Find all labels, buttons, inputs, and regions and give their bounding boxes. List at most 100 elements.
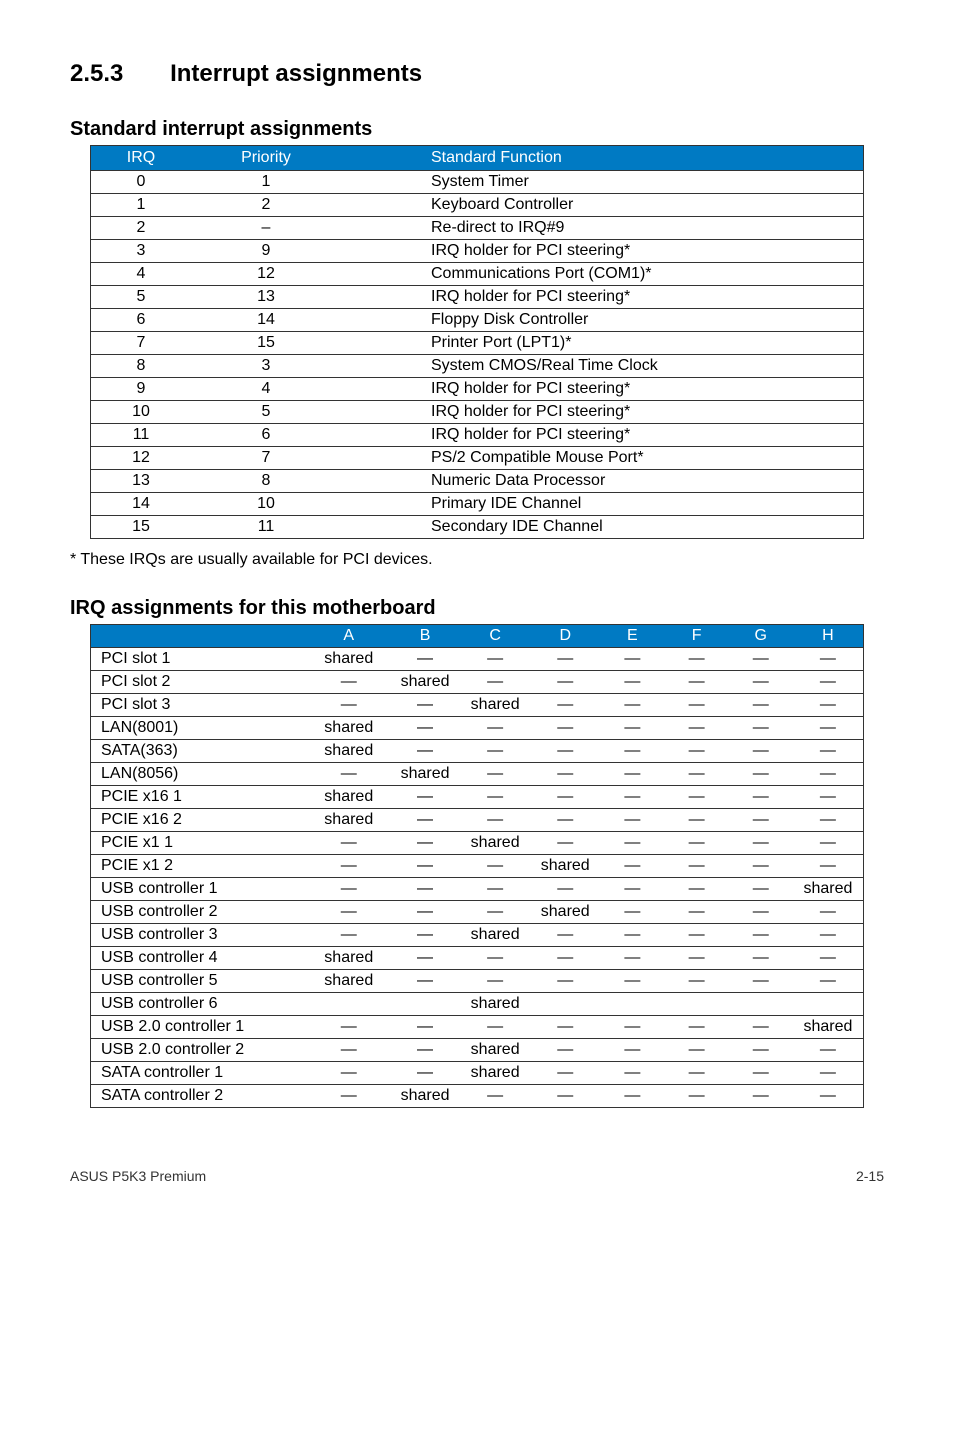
table-cell: PCI slot 1 (91, 648, 308, 671)
table-cell: PCIE x1 1 (91, 832, 308, 855)
table-cell: — (664, 924, 728, 947)
table-cell: shared (460, 832, 530, 855)
table-cell: shared (530, 855, 600, 878)
table-cell: — (600, 1085, 664, 1108)
table-row: USB 2.0 controller 2——shared————— (91, 1039, 864, 1062)
table-row: LAN(8001)shared——————— (91, 717, 864, 740)
footnote: * These IRQs are usually available for P… (70, 551, 884, 569)
table-cell: — (308, 1039, 390, 1062)
table-cell: — (460, 671, 530, 694)
table-cell: — (600, 1039, 664, 1062)
table-cell: — (664, 1062, 728, 1085)
table-cell: — (308, 1062, 390, 1085)
table-cell: — (390, 1039, 460, 1062)
th-e: E (600, 625, 664, 648)
table-cell: Primary IDE Channel (341, 493, 864, 516)
table-cell: — (729, 970, 793, 993)
table-cell: shared (308, 717, 390, 740)
table-cell: — (460, 786, 530, 809)
table-cell: — (793, 786, 864, 809)
table-cell: — (793, 809, 864, 832)
table-cell: 4 (91, 263, 192, 286)
table-cell: shared (308, 809, 390, 832)
table-cell: — (664, 832, 728, 855)
th-blank (91, 625, 308, 648)
table-cell: — (793, 855, 864, 878)
th-priority: Priority (191, 146, 341, 171)
table-cell: — (530, 1016, 600, 1039)
table-cell: 8 (91, 355, 192, 378)
table-cell: LAN(8001) (91, 717, 308, 740)
table-cell: — (664, 1039, 728, 1062)
table-cell: Secondary IDE Channel (341, 516, 864, 539)
table-row: USB controller 2———shared———— (91, 901, 864, 924)
table-cell: — (664, 947, 728, 970)
table-cell: USB controller 6 (91, 993, 308, 1016)
table-row: 138Numeric Data Processor (91, 470, 864, 493)
table-row: SATA controller 2—shared—————— (91, 1085, 864, 1108)
table-cell: 10 (191, 493, 341, 516)
table-cell: — (664, 855, 728, 878)
table-cell: — (793, 947, 864, 970)
table-cell: — (664, 1085, 728, 1108)
table-cell: — (390, 717, 460, 740)
table-row: SATA(363)shared——————— (91, 740, 864, 763)
table-cell: — (390, 1062, 460, 1085)
table-cell: — (530, 717, 600, 740)
table-cell: — (600, 970, 664, 993)
table-cell: — (530, 970, 600, 993)
table-cell: — (530, 694, 600, 717)
table-cell: — (793, 671, 864, 694)
th-h: H (793, 625, 864, 648)
table-cell: 14 (91, 493, 192, 516)
table-cell: — (460, 1085, 530, 1108)
table-cell: — (460, 1016, 530, 1039)
table-cell: shared (308, 970, 390, 993)
table-row: 1511Secondary IDE Channel (91, 516, 864, 539)
table-cell: — (308, 694, 390, 717)
table-cell: — (729, 694, 793, 717)
table-cell: SATA controller 1 (91, 1062, 308, 1085)
table-cell: — (664, 694, 728, 717)
table-cell: PCIE x16 2 (91, 809, 308, 832)
table-cell: — (729, 855, 793, 878)
table1-wrap: IRQ Priority Standard Function 01System … (70, 145, 884, 539)
table-row: USB controller 6shared (91, 993, 864, 1016)
footer-right: 2-15 (856, 1168, 884, 1184)
table-cell: shared (793, 878, 864, 901)
table-cell: — (729, 809, 793, 832)
table-cell: — (793, 763, 864, 786)
table-cell: shared (308, 947, 390, 970)
table-cell: — (729, 763, 793, 786)
page-footer: ASUS P5K3 Premium 2-15 (70, 1168, 884, 1184)
table-cell: — (460, 648, 530, 671)
table-cell: shared (460, 924, 530, 947)
table-cell: — (793, 924, 864, 947)
table-cell: 1 (91, 194, 192, 217)
table-cell: — (308, 763, 390, 786)
table-cell: PCIE x1 2 (91, 855, 308, 878)
table-cell: — (530, 648, 600, 671)
table-cell: — (729, 832, 793, 855)
table-cell: — (664, 970, 728, 993)
table-cell: 1 (191, 171, 341, 194)
table-cell: — (793, 694, 864, 717)
table-cell: System Timer (341, 171, 864, 194)
table-cell: 10 (91, 401, 192, 424)
table-row: USB controller 4shared——————— (91, 947, 864, 970)
table-cell: — (664, 671, 728, 694)
table-cell: — (390, 947, 460, 970)
table-cell: — (308, 832, 390, 855)
table-cell: — (460, 763, 530, 786)
table-cell: 2 (91, 217, 192, 240)
table-cell: USB controller 1 (91, 878, 308, 901)
table-cell: shared (308, 786, 390, 809)
table-cell: 13 (91, 470, 192, 493)
table-cell: Numeric Data Processor (341, 470, 864, 493)
table-cell: — (729, 786, 793, 809)
table-row: 39IRQ holder for PCI steering* (91, 240, 864, 263)
table-row: 01System Timer (91, 171, 864, 194)
table-cell: 11 (191, 516, 341, 539)
table-cell: — (390, 855, 460, 878)
table-cell: 14 (191, 309, 341, 332)
